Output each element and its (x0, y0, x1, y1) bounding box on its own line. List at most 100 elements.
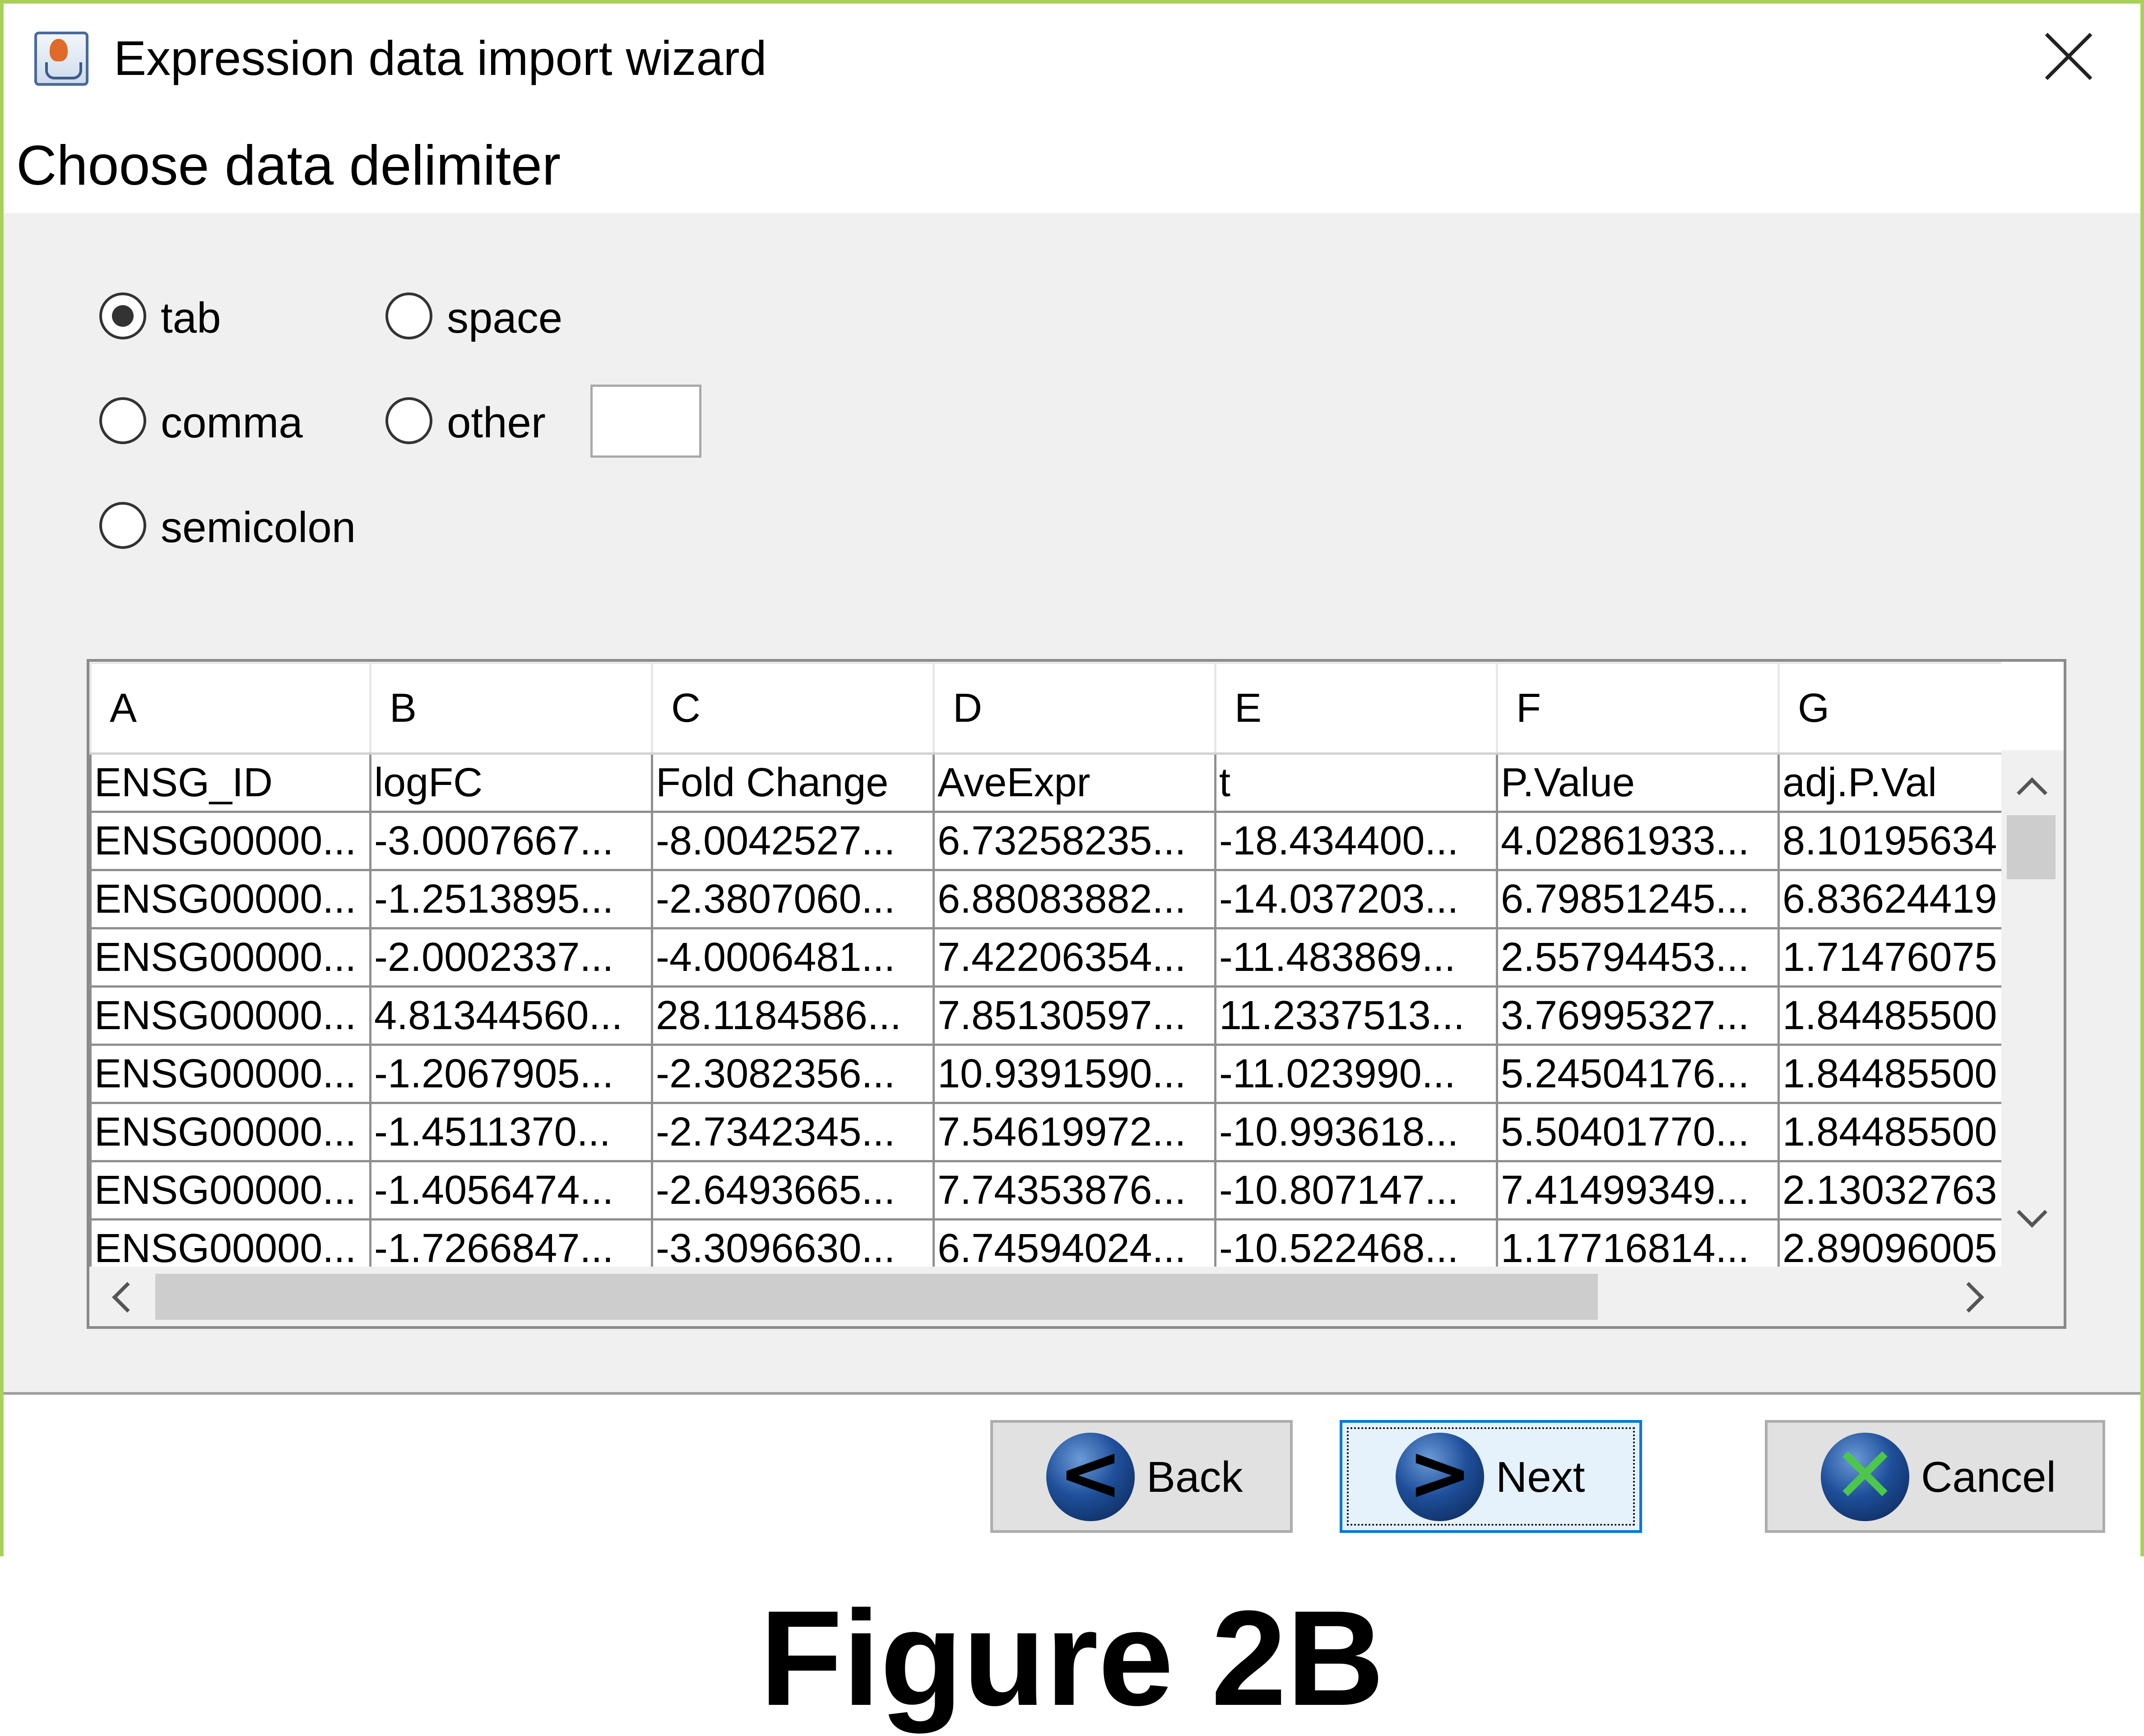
preview-table: A B C D E F G ENSG_ID logFC Fold Change … (87, 659, 2066, 1329)
radio-comma[interactable]: comma (99, 397, 303, 447)
table-cell: ENSG00000... (89, 1102, 371, 1162)
column-header[interactable]: G (1777, 662, 2001, 755)
table-cell: 4.81344560... (369, 985, 653, 1046)
preview-grid: A B C D E F G ENSG_ID logFC Fold Change … (89, 662, 2001, 1267)
table-cell: ENSG00000... (89, 985, 371, 1046)
table-cell: ENSG00000... (89, 869, 371, 929)
table-cell: 1.71476075 (1777, 927, 2001, 988)
next-button-label: Next (1496, 1453, 1585, 1501)
table-cell: 6.88083882... (933, 869, 1216, 929)
table-cell: 5.50401770... (1496, 1102, 1780, 1162)
table-cell: 4.02861933... (1496, 811, 1780, 871)
title-bar: Expression data import wizard (4, 4, 2140, 122)
close-icon[interactable] (2044, 32, 2093, 81)
other-delimiter-input[interactable] (590, 385, 701, 458)
table-cell: -1.4511370... (369, 1102, 653, 1162)
table-cell: -10.807147... (1214, 1160, 1498, 1221)
table-cell: -11.023990... (1214, 1044, 1498, 1104)
table-cell: ENSG00000... (89, 1044, 371, 1104)
table-row: ENSG00000... -1.4511370... -2.7342345...… (89, 1102, 2001, 1162)
table-cell: 7.85130597... (933, 985, 1216, 1046)
table-cell: -11.483869... (1214, 927, 1498, 988)
scroll-down-icon[interactable] (2017, 1197, 2047, 1228)
table-cell: -2.3807060... (651, 869, 935, 929)
table-cell: -14.037203... (1214, 869, 1498, 929)
column-header[interactable]: C (651, 662, 935, 755)
table-cell: 28.1184586... (651, 985, 935, 1046)
table-cell: 6.79851245... (1496, 869, 1780, 929)
cancel-button-label: Cancel (1921, 1453, 2056, 1501)
table-cell: 1.84485500 (1777, 1044, 2001, 1104)
horizontal-scroll-thumb[interactable] (155, 1274, 1598, 1320)
table-cell: AveExpr (933, 752, 1216, 813)
table-row: ENSG00000... -2.0002337... -4.0006481...… (89, 927, 2001, 988)
vertical-scroll-thumb[interactable] (2007, 815, 2056, 879)
table-cell: -2.3082356... (651, 1044, 935, 1104)
scroll-left-icon[interactable] (112, 1282, 143, 1313)
radio-tab[interactable]: tab (99, 292, 262, 342)
radio-circle (385, 397, 432, 444)
table-cell: 7.74353876... (933, 1160, 1216, 1221)
column-letter-row: A B C D E F G (89, 662, 2001, 755)
radio-space[interactable]: space (385, 292, 575, 342)
table-cell: adj.P.Val (1777, 752, 2001, 813)
table-cell: -2.0002337... (369, 927, 653, 988)
table-cell: -2.6493665... (651, 1160, 935, 1221)
column-header[interactable]: D (933, 662, 1216, 755)
radio-other[interactable]: other (385, 397, 566, 447)
radio-selected-dot (112, 305, 134, 327)
table-row: ENSG00000... -3.0007667... -8.0042527...… (89, 811, 2001, 871)
radio-circle (99, 502, 146, 549)
table-cell: -10.522468... (1214, 1218, 1498, 1267)
java-cup-icon (34, 32, 88, 86)
table-cell: logFC (369, 752, 653, 813)
table-cell: -2.7342345... (651, 1102, 935, 1162)
figure-caption: Figure 2B (760, 1582, 1384, 1734)
table-cell: 3.76995327... (1496, 985, 1780, 1046)
back-arrow-icon: < (1046, 1433, 1135, 1521)
table-cell: 1.17716814... (1496, 1218, 1780, 1267)
table-row: ENSG00000... -1.2513895... -2.3807060...… (89, 869, 2001, 929)
column-header[interactable]: E (1214, 662, 1498, 755)
table-cell: 5.24504176... (1496, 1044, 1780, 1104)
table-cell: 1.84485500 (1777, 985, 2001, 1046)
table-cell: 8.10195634 (1777, 811, 2001, 871)
table-cell: t (1214, 752, 1498, 813)
column-header[interactable]: B (369, 662, 653, 755)
next-button[interactable]: > Next (1340, 1420, 1642, 1533)
cancel-button[interactable]: ✕ Cancel (1765, 1420, 2105, 1533)
table-cell: 10.9391590... (933, 1044, 1216, 1104)
scroll-right-icon[interactable] (1954, 1282, 1984, 1313)
radio-circle (99, 397, 146, 444)
table-cell: ENSG00000... (89, 1160, 371, 1221)
radio-tab-label: tab (161, 294, 221, 342)
table-cell: -1.2513895... (369, 869, 653, 929)
table-cell: -1.7266847... (369, 1218, 653, 1267)
table-cell: ENSG00000... (89, 811, 371, 871)
table-cell: 2.89096005 (1777, 1218, 2001, 1267)
table-cell: 6.73258235... (933, 811, 1216, 871)
scroll-up-icon[interactable] (2017, 777, 2047, 808)
horizontal-scrollbar[interactable] (89, 1267, 2064, 1326)
table-row: ENSG00000... -1.2067905... -2.3082356...… (89, 1044, 2001, 1104)
radio-circle (385, 292, 432, 339)
column-header[interactable]: F (1496, 662, 1780, 755)
table-cell: -8.0042527... (651, 811, 935, 871)
column-header[interactable]: A (89, 662, 371, 755)
table-cell: -3.3096630... (651, 1218, 935, 1267)
table-cell: 6.83624419 (1777, 869, 2001, 929)
table-cell: P.Value (1496, 752, 1780, 813)
vertical-scrollbar[interactable] (2001, 750, 2064, 1267)
radio-circle (99, 292, 146, 339)
table-cell: 2.55794453... (1496, 927, 1780, 988)
table-row: ENSG00000... 4.81344560... 28.1184586...… (89, 985, 2001, 1046)
table-cell: -1.2067905... (369, 1044, 653, 1104)
radio-semicolon[interactable]: semicolon (99, 502, 356, 552)
table-row: ENSG00000... -1.4056474... -2.6493665...… (89, 1160, 2001, 1221)
table-cell: ENSG_ID (89, 752, 371, 813)
window-title: Expression data import wizard (114, 31, 767, 85)
back-button[interactable]: < Back (990, 1420, 1293, 1533)
table-cell: -4.0006481... (651, 927, 935, 988)
table-cell: -1.4056474... (369, 1160, 653, 1221)
button-bar: < Back > Next ✕ Cancel (4, 1395, 2140, 1556)
